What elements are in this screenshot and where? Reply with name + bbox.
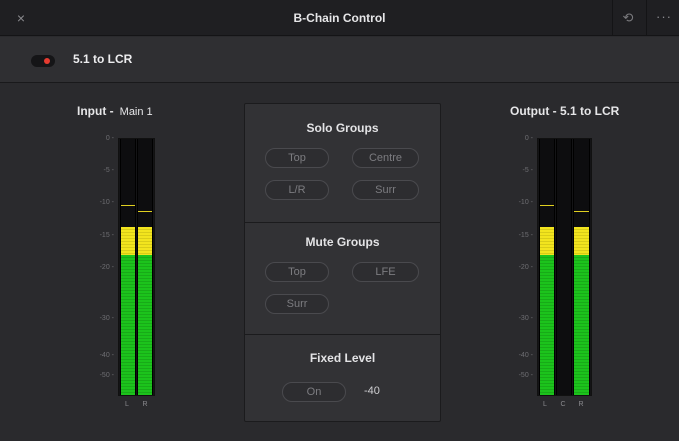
meter-level-green [574, 255, 589, 395]
peak-hold [121, 205, 135, 206]
divider [612, 0, 613, 36]
fixed-level-on-button[interactable]: On [282, 382, 346, 402]
solo-centre-button[interactable]: Centre [352, 148, 419, 168]
more-options-icon[interactable]: ··· [656, 9, 678, 27]
input-meter-title: Input - Main 1 [77, 104, 153, 118]
scale-label: -15 - [518, 232, 533, 239]
scale-label: -20 - [518, 264, 533, 271]
mute-surr-button[interactable]: Surr [265, 294, 329, 314]
meter-level-yellow [540, 227, 554, 255]
fixed-level-title: Fixed Level [309, 351, 376, 365]
scale-label: -30 - [99, 315, 114, 322]
preset-bar: 5.1 to LCR [0, 37, 679, 83]
peak-hold [138, 211, 152, 212]
scale-label: -20 - [99, 264, 114, 271]
channel-label: C [560, 401, 566, 408]
reset-icon[interactable]: ⟲ [618, 9, 638, 27]
output-meter-c [556, 139, 572, 395]
scale-label: -40 - [518, 352, 533, 359]
input-meter-l [120, 139, 136, 395]
toggle-indicator-icon [44, 58, 50, 64]
input-title: Input - [77, 104, 114, 118]
scale-label: -5 - [522, 167, 534, 174]
meter-level-yellow [121, 227, 135, 255]
channel-label: L [125, 401, 129, 408]
scale-label: -50 - [99, 372, 114, 379]
solo-groups-title: Solo Groups [306, 121, 379, 135]
close-icon[interactable]: × [12, 9, 30, 27]
peak-hold [540, 205, 554, 206]
mute-groups-title: Mute Groups [305, 235, 380, 249]
solo-top-button[interactable]: Top [265, 148, 329, 168]
mute-top-button[interactable]: Top [265, 262, 329, 282]
input-meter-bridge [118, 138, 155, 396]
meter-level-green [540, 255, 554, 395]
solo-groups-section: Solo Groups Top Centre L/R Surr [245, 104, 440, 222]
scale-label: 0 - [524, 135, 533, 142]
output-meter-r [573, 139, 590, 395]
scale-label: -10 - [518, 199, 533, 206]
fixed-level-section: Fixed Level On -40 [245, 334, 440, 421]
output-meter-title: Output - 5.1 to LCR [510, 104, 620, 118]
mute-groups-section: Mute Groups Top LFE Surr [245, 222, 440, 334]
divider [646, 0, 647, 36]
meter-level-yellow [138, 227, 152, 255]
scale-label: -50 - [518, 372, 533, 379]
meter-level-yellow [574, 227, 589, 255]
scale-label: -5 - [103, 167, 115, 174]
fixed-level-value: -40 [364, 385, 380, 397]
peak-hold [574, 211, 589, 212]
mute-lfe-button[interactable]: LFE [352, 262, 419, 282]
input-subtitle: Main 1 [119, 106, 153, 118]
scale-label: -15 - [99, 232, 114, 239]
preset-name: 5.1 to LCR [73, 52, 133, 66]
solo-lr-button[interactable]: L/R [265, 180, 329, 200]
output-meter-bridge [537, 138, 592, 396]
title-bar: × B-Chain Control ⟲ ··· [0, 0, 679, 36]
scale-label: -10 - [99, 199, 114, 206]
channel-label: R [142, 401, 148, 408]
window-title: B-Chain Control [293, 11, 386, 25]
scale-label: 0 - [105, 135, 114, 142]
meter-level-green [138, 255, 152, 395]
groups-panel: Solo Groups Top Centre L/R Surr Mute Gro… [244, 103, 441, 422]
solo-surr-button[interactable]: Surr [352, 180, 419, 200]
scale-label: -40 - [99, 352, 114, 359]
channel-label: L [543, 401, 547, 408]
meter-level-green [121, 255, 135, 395]
channel-label: R [578, 401, 584, 408]
scale-label: -30 - [518, 315, 533, 322]
output-meter-l [539, 139, 555, 395]
input-meter-r [137, 139, 153, 395]
bchain-enable-toggle[interactable] [31, 55, 55, 67]
